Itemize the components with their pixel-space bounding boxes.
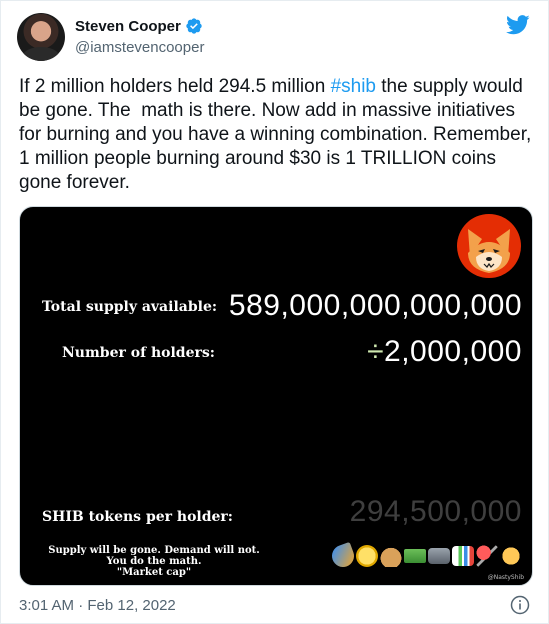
author-handle[interactable]: @iamstevencooper bbox=[75, 39, 204, 56]
per-holder-label: SHIB tokens per holder: bbox=[42, 509, 233, 525]
cash-emoji-icon bbox=[404, 549, 426, 563]
tweet-text: If 2 million holders held 294.5 million … bbox=[19, 75, 537, 195]
coin-emoji-icon bbox=[356, 545, 378, 567]
holders-label: Number of holders: bbox=[62, 345, 215, 361]
media-watermark: @NastyShib bbox=[487, 574, 524, 581]
media-note: Supply will be gone. Demand will not. Yo… bbox=[42, 545, 266, 578]
divide-symbol: ÷ bbox=[367, 335, 385, 368]
total-supply-value: 589,000,000,000,000 bbox=[228, 289, 522, 322]
verified-badge-icon bbox=[186, 18, 202, 34]
inbox-tray-emoji-icon bbox=[428, 548, 450, 564]
tweet-card: Steven Cooper @iamstevencooper If 2 mill… bbox=[0, 0, 549, 624]
info-icon[interactable] bbox=[510, 595, 530, 615]
holders-value: 2,000,000 bbox=[384, 335, 522, 368]
hashtag-link[interactable]: #shib bbox=[331, 76, 376, 97]
author-name[interactable]: Steven Cooper bbox=[75, 18, 181, 35]
rocket-emoji-icon bbox=[328, 541, 358, 571]
total-supply-label: Total supply available: bbox=[42, 299, 218, 315]
note-line-2: You do the math. bbox=[106, 556, 202, 567]
emoji-row bbox=[328, 541, 522, 571]
note-line-1: Supply will be gone. Demand will not. bbox=[48, 545, 260, 556]
money-bag-emoji-icon bbox=[380, 545, 402, 567]
tweet-timestamp[interactable]: 3:01 AM · Feb 12, 2022 bbox=[19, 597, 176, 614]
per-holder-value: 294,500,000 bbox=[349, 495, 522, 528]
tweet-text-before: If 2 million holders held 294.5 million bbox=[19, 76, 331, 97]
tweet-media-image[interactable]: Total supply available: 589,000,000,000,… bbox=[19, 206, 533, 586]
shiba-inu-logo bbox=[457, 214, 521, 278]
holders-value-row: ÷2,000,000 bbox=[367, 335, 522, 369]
note-line-3: "Market cap" bbox=[116, 567, 192, 578]
twitter-bird-icon[interactable] bbox=[506, 15, 530, 35]
avatar[interactable] bbox=[17, 13, 65, 61]
bar-chart-emoji-icon bbox=[452, 546, 474, 566]
author-name-row[interactable]: Steven Cooper bbox=[75, 17, 203, 35]
pushpin-emoji-icon bbox=[476, 545, 498, 567]
handshake-emoji-icon bbox=[500, 545, 522, 567]
